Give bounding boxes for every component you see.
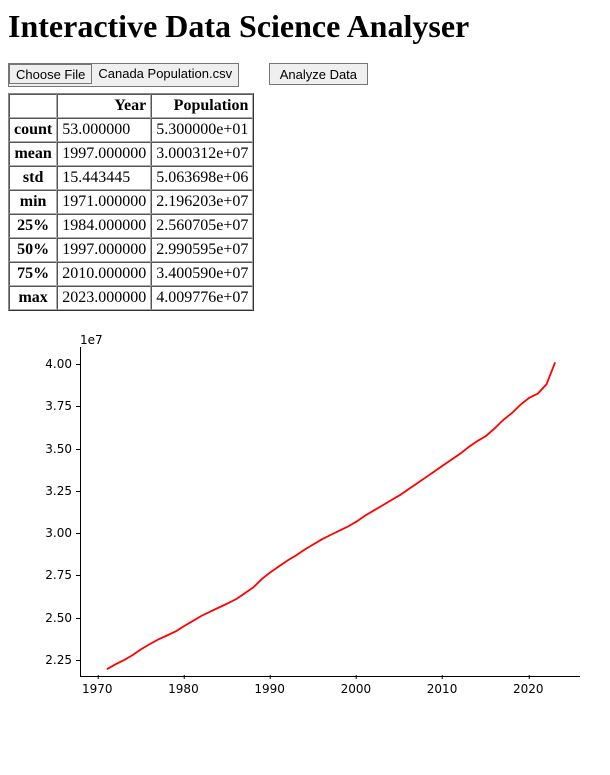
table-row: min1971.0000002.196203e+07 — [9, 190, 253, 214]
x-tick-label: 1980 — [168, 682, 199, 696]
table-row: std15.4434455.063698e+06 — [9, 166, 253, 190]
stats-table: Year Population count53.0000005.300000e+… — [8, 93, 254, 311]
stats-row-label: mean — [9, 142, 57, 166]
y-axis-scale-label: 1e7 — [80, 333, 103, 347]
y-tick-label: 2.50 — [20, 611, 80, 625]
y-tick-label: 3.00 — [20, 526, 80, 540]
stats-year-cell: 1997.000000 — [57, 142, 151, 166]
stats-year-cell: 1984.000000 — [57, 214, 151, 238]
y-tick-label: 3.75 — [20, 399, 80, 413]
table-row: 50%1997.0000002.990595e+07 — [9, 238, 253, 262]
stats-pop-cell: 2.560705e+07 — [151, 214, 253, 238]
controls-row: Choose FileCanada Population.csv Analyze… — [8, 63, 610, 87]
x-tick-label: 1970 — [82, 682, 113, 696]
x-tick-label: 2000 — [341, 682, 372, 696]
stats-header-row: Year Population — [9, 94, 253, 118]
table-row: 25%1984.0000002.560705e+07 — [9, 214, 253, 238]
plot-area — [80, 347, 580, 677]
stats-year-cell: 2010.000000 — [57, 262, 151, 286]
stats-pop-cell: 2.196203e+07 — [151, 190, 253, 214]
stats-pop-cell: 5.063698e+06 — [151, 166, 253, 190]
population-line-chart: 1e7 2.252.502.753.003.253.503.754.00 197… — [20, 347, 605, 707]
stats-header-population: Population — [151, 94, 253, 118]
x-tick-label: 2020 — [513, 682, 544, 696]
stats-year-cell: 1997.000000 — [57, 238, 151, 262]
y-tick-label: 3.50 — [20, 442, 80, 456]
stats-row-label: 50% — [9, 238, 57, 262]
stats-pop-cell: 4.009776e+07 — [151, 286, 253, 310]
stats-year-cell: 2023.000000 — [57, 286, 151, 310]
stats-year-cell: 53.000000 — [57, 118, 151, 142]
analyze-button[interactable]: Analyze Data — [269, 63, 368, 85]
selected-file-name: Canada Population.csv — [92, 64, 238, 83]
table-row: mean1997.0000003.000312e+07 — [9, 142, 253, 166]
page-title: Interactive Data Science Analyser — [8, 8, 610, 45]
table-row: 75%2010.0000003.400590e+07 — [9, 262, 253, 286]
stats-row-label: std — [9, 166, 57, 190]
stats-year-cell: 15.443445 — [57, 166, 151, 190]
population-line — [107, 362, 555, 669]
y-tick-label: 3.25 — [20, 484, 80, 498]
chart-container: 1e7 2.252.502.753.003.253.503.754.00 197… — [8, 347, 610, 707]
x-tick-label: 1990 — [254, 682, 285, 696]
x-tick-label: 2010 — [427, 682, 458, 696]
stats-row-label: min — [9, 190, 57, 214]
stats-pop-cell: 2.990595e+07 — [151, 238, 253, 262]
y-tick-label: 2.25 — [20, 653, 80, 667]
stats-header-year: Year — [57, 94, 151, 118]
table-row: count53.0000005.300000e+01 — [9, 118, 253, 142]
stats-pop-cell: 3.400590e+07 — [151, 262, 253, 286]
stats-row-label: max — [9, 286, 57, 310]
stats-row-label: 75% — [9, 262, 57, 286]
stats-pop-cell: 5.300000e+01 — [151, 118, 253, 142]
file-input[interactable]: Choose FileCanada Population.csv — [8, 63, 239, 87]
stats-pop-cell: 3.000312e+07 — [151, 142, 253, 166]
choose-file-button[interactable]: Choose File — [9, 64, 92, 84]
stats-year-cell: 1971.000000 — [57, 190, 151, 214]
stats-header-blank — [9, 94, 57, 118]
stats-row-label: count — [9, 118, 57, 142]
table-row: max2023.0000004.009776e+07 — [9, 286, 253, 310]
stats-row-label: 25% — [9, 214, 57, 238]
y-tick-label: 2.75 — [20, 568, 80, 582]
y-tick-label: 4.00 — [20, 357, 80, 371]
